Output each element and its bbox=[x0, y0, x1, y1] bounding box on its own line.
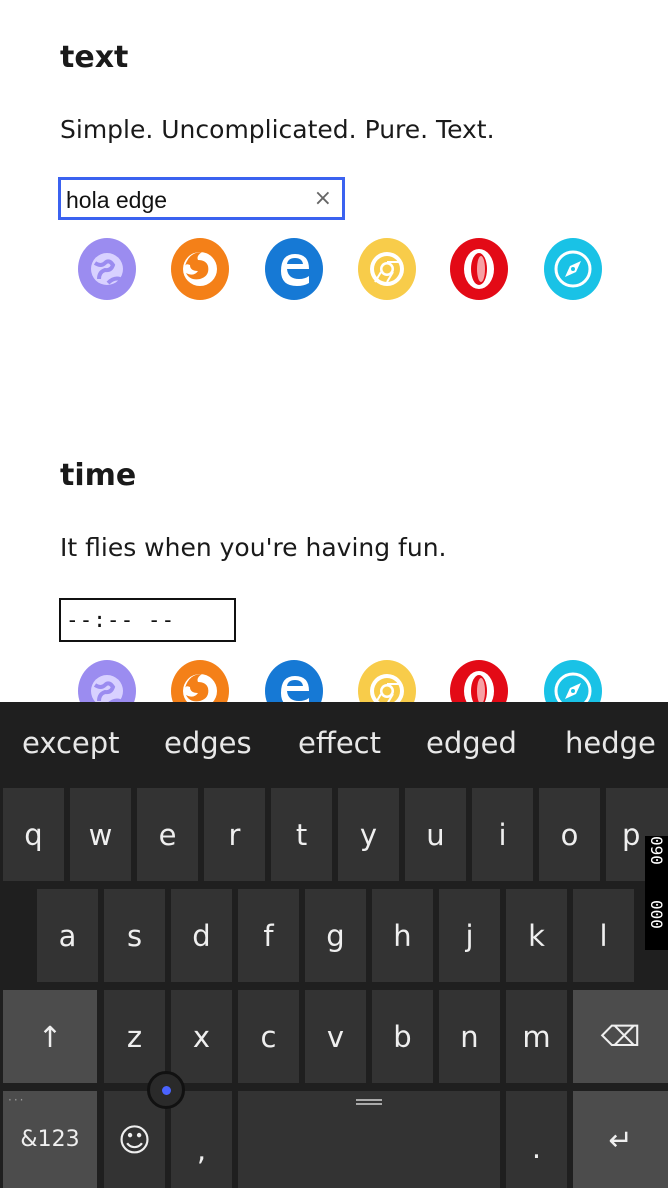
key-y[interactable]: y bbox=[338, 788, 399, 881]
text-input-value: hola edge bbox=[66, 187, 168, 213]
symbols-key-dots: ··· bbox=[8, 1093, 26, 1107]
comma-key[interactable]: , bbox=[171, 1091, 232, 1188]
edge-icon[interactable] bbox=[265, 238, 323, 300]
period-key[interactable]: . bbox=[506, 1091, 567, 1188]
key-j[interactable]: j bbox=[439, 889, 500, 982]
clear-icon[interactable]: × bbox=[314, 186, 332, 211]
key-f[interactable]: f bbox=[238, 889, 299, 982]
key-c[interactable]: c bbox=[238, 990, 299, 1083]
key-s[interactable]: s bbox=[104, 889, 165, 982]
side-tab-090: 090 bbox=[645, 836, 668, 900]
key-o[interactable]: o bbox=[539, 788, 600, 881]
firefox-icon[interactable] bbox=[171, 238, 229, 300]
key-z[interactable]: z bbox=[104, 990, 165, 1083]
key-t[interactable]: t bbox=[271, 788, 332, 881]
browser-icons-row bbox=[78, 238, 608, 300]
suggestion-item[interactable]: edges bbox=[164, 726, 252, 760]
backspace-key[interactable]: ⌫ bbox=[573, 990, 668, 1083]
key-a[interactable]: a bbox=[37, 889, 98, 982]
time-description-wrap: It flies when you're having fun. bbox=[60, 533, 447, 562]
text-description-wrap: Simple. Uncomplicated. Pure. Text. bbox=[60, 115, 495, 144]
space-key-handle bbox=[356, 1099, 382, 1105]
text-description: Simple. Uncomplicated. Pure. Text. bbox=[60, 115, 495, 144]
time-input-value: --:-- -- bbox=[66, 608, 176, 632]
key-x[interactable]: x bbox=[171, 990, 232, 1083]
key-h[interactable]: h bbox=[372, 889, 433, 982]
text-input[interactable]: hola edge × bbox=[58, 177, 345, 220]
key-g[interactable]: g bbox=[305, 889, 366, 982]
side-tab-000: 000 bbox=[645, 900, 668, 950]
suggestion-bar: except edges effect edged hedge bbox=[0, 702, 668, 786]
enter-key[interactable]: ↵ bbox=[573, 1091, 668, 1188]
suggestion-item[interactable]: edged bbox=[426, 726, 517, 760]
key-k[interactable]: k bbox=[506, 889, 567, 982]
time-description: It flies when you're having fun. bbox=[60, 533, 447, 562]
key-d[interactable]: d bbox=[171, 889, 232, 982]
time-input[interactable]: --:-- -- bbox=[59, 598, 236, 642]
suggestion-item[interactable]: effect bbox=[298, 726, 381, 760]
key-w[interactable]: w bbox=[70, 788, 131, 881]
space-key[interactable] bbox=[238, 1091, 500, 1188]
chrome-icon[interactable] bbox=[358, 238, 416, 300]
opera-icon[interactable] bbox=[450, 238, 508, 300]
key-i[interactable]: i bbox=[472, 788, 533, 881]
text-section: text bbox=[60, 40, 128, 75]
key-q[interactable]: q bbox=[3, 788, 64, 881]
key-m[interactable]: m bbox=[506, 990, 567, 1083]
key-v[interactable]: v bbox=[305, 990, 366, 1083]
key-n[interactable]: n bbox=[439, 990, 500, 1083]
key-l[interactable]: l bbox=[573, 889, 634, 982]
safari-icon[interactable] bbox=[544, 238, 602, 300]
on-screen-keyboard: except edges effect edged hedge q w e r … bbox=[0, 702, 668, 1188]
cursor-control-handle[interactable] bbox=[147, 1071, 185, 1109]
suggestion-item[interactable]: hedge bbox=[565, 726, 656, 760]
suggestion-item[interactable]: except bbox=[22, 726, 120, 760]
text-heading: text bbox=[60, 40, 129, 75]
key-u[interactable]: u bbox=[405, 788, 466, 881]
key-r[interactable]: r bbox=[204, 788, 265, 881]
key-b[interactable]: b bbox=[372, 990, 433, 1083]
samsung-internet-icon[interactable] bbox=[78, 238, 136, 300]
time-section: time bbox=[60, 458, 136, 493]
time-heading: time bbox=[60, 458, 137, 493]
shift-key[interactable]: ↑ bbox=[3, 990, 97, 1083]
key-e[interactable]: e bbox=[137, 788, 198, 881]
